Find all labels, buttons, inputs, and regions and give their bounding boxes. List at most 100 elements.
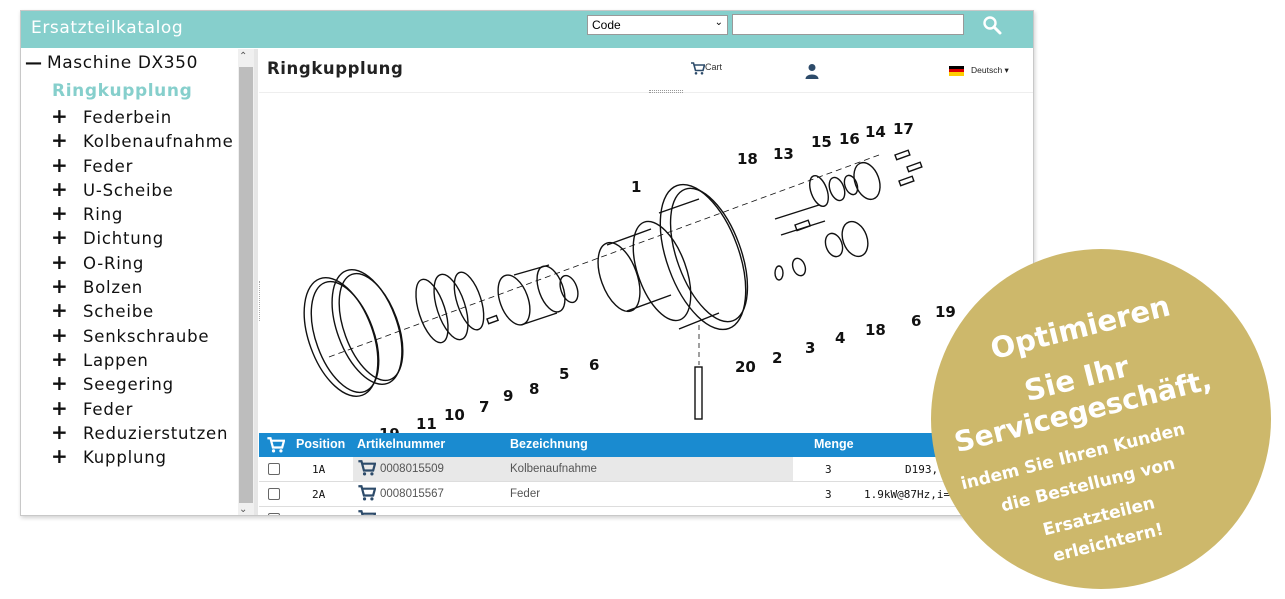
tree-item-label: Seegering [83, 375, 174, 395]
language-select[interactable]: Deutsch ▾ [949, 65, 1009, 76]
page-title: Ringkupplung [267, 59, 404, 78]
tree-item[interactable]: + Ring [51, 201, 234, 225]
tree-item-active[interactable]: Ringkupplung [52, 81, 192, 101]
tree-item[interactable]: + Dichtung [51, 225, 234, 249]
tree-item-label: Federbein [83, 108, 173, 127]
expand-icon[interactable]: + [51, 225, 83, 249]
column-bezeichnung[interactable]: Bezeichnung [510, 437, 588, 451]
expand-icon[interactable]: + [51, 420, 83, 444]
expand-icon[interactable]: + [51, 177, 83, 201]
exploded-drawing: 1 2 3 4 5 6 6 7 8 9 10 11 13 14 15 16 17… [259, 95, 1033, 443]
expand-icon[interactable]: + [51, 128, 83, 152]
flag-germany-icon [949, 65, 964, 76]
expand-icon[interactable]: + [51, 274, 83, 298]
expand-icon[interactable]: + [51, 153, 83, 177]
expand-icon[interactable]: + [51, 250, 83, 274]
spring-part [809, 175, 829, 207]
cart-label: Cart [705, 62, 723, 72]
tree-item[interactable]: + Lappen [51, 347, 234, 371]
tree-item[interactable]: + O-Ring [51, 250, 234, 274]
row-checkbox[interactable] [268, 463, 280, 475]
tree-item[interactable]: + Federbein [51, 104, 234, 128]
callout-label: 14 [865, 123, 886, 141]
cell-bezeichnung: Feder [510, 488, 541, 500]
cart-link[interactable]: Cart [691, 62, 722, 75]
expand-icon[interactable]: + [51, 323, 83, 347]
tree-item[interactable]: + U-Scheibe [51, 177, 234, 201]
callout-label: 7 [479, 398, 489, 416]
column-menge[interactable]: Menge [814, 437, 854, 451]
user-icon[interactable] [805, 63, 819, 79]
tree-item[interactable]: + Reduzierstutzen [51, 420, 234, 444]
flange-part [669, 187, 749, 323]
top-bar: Ersatzteilkatalog Code ⌄ [21, 11, 1033, 48]
header-resize-handle[interactable] [649, 90, 683, 93]
cell-position: 2A [312, 488, 326, 501]
table-header: Position Artikelnummer Bezeichnung Menge [259, 433, 1033, 457]
drawing-side-handle[interactable] [259, 281, 263, 321]
expand-icon[interactable]: + [51, 371, 83, 395]
tree-item[interactable]: + Bolzen [51, 274, 234, 298]
row-checkbox[interactable] [268, 488, 280, 500]
callout-label: 11 [416, 415, 437, 433]
search-input[interactable] [732, 14, 964, 35]
tree-item-label: Feder [83, 399, 134, 419]
callout-label: 2 [772, 349, 782, 367]
tree-item[interactable]: + Feder [51, 396, 234, 420]
app-title: Ersatzteilkatalog [31, 18, 184, 38]
expand-icon[interactable]: + [51, 201, 83, 225]
add-to-cart-icon[interactable] [358, 485, 376, 501]
scroll-up-icon[interactable]: ⌃ [239, 51, 247, 62]
expand-icon[interactable]: + [51, 444, 83, 468]
scroll-down-icon[interactable]: ⌄ [239, 504, 247, 515]
snap-ring-part [415, 278, 449, 344]
sleeve-part [597, 241, 641, 313]
expand-icon[interactable]: + [51, 298, 83, 322]
expand-icon[interactable]: + [51, 104, 83, 128]
table-row-partial[interactable] [259, 507, 1033, 516]
tree-item-label: Scheibe [83, 302, 154, 322]
sidebar-scroll-thumb[interactable] [239, 67, 253, 503]
tree-item[interactable]: + Feder [51, 153, 234, 177]
table-row[interactable]: 2A 0008015567 Feder 3 1.9kW@87Hz,i=5 [259, 482, 1033, 507]
tree-item-label: O-Ring [83, 253, 145, 273]
callout-label: 17 [893, 120, 914, 138]
expand-icon[interactable]: + [51, 396, 83, 420]
tree-item-label: Kolbenaufnahme [83, 132, 234, 152]
cell-position: 1A [312, 463, 326, 476]
tree-root[interactable]: — Maschine DX350 [25, 53, 198, 73]
tree-item[interactable]: + Seegering [51, 371, 234, 395]
add-to-cart-icon[interactable] [358, 510, 376, 516]
tree-item[interactable]: + Scheibe [51, 298, 234, 322]
add-to-cart-icon[interactable] [358, 460, 376, 476]
splitter[interactable] [254, 49, 258, 515]
collapse-icon[interactable]: — [25, 53, 47, 73]
row-checkbox[interactable] [268, 513, 280, 515]
parts-table: Position Artikelnummer Bezeichnung Menge… [259, 433, 1033, 516]
column-position[interactable]: Position [296, 437, 345, 451]
tree-item-label: Dichtung [83, 229, 165, 249]
tree-item[interactable]: + Kolbenaufnahme [51, 128, 234, 152]
search-icon[interactable] [981, 14, 1005, 38]
column-artikelnummer[interactable]: Artikelnummer [357, 437, 445, 451]
cell-artikelnummer: 0008015509 [380, 463, 444, 475]
cell-extra: 1.9kW@87Hz,i=5 [864, 488, 957, 501]
tree-list: + Federbein + Kolbenaufnahme + Feder + U-Sch… [51, 104, 234, 468]
callout-label: 18 [737, 150, 758, 168]
promo-badge: Optimieren Sie Ihr Servicegeschäft, inde… [931, 249, 1271, 589]
cart-icon [691, 62, 706, 75]
tree-item-label: U-Scheibe [83, 180, 174, 200]
callout-label: 10 [444, 406, 465, 424]
cell-bezeichnung: Kolbenaufnahme [510, 463, 597, 475]
cart-header-icon[interactable] [267, 437, 285, 453]
callout-label: 6 [911, 312, 921, 330]
callout-label: 1 [631, 178, 641, 196]
callout-label: 9 [503, 387, 513, 405]
tree-item[interactable]: + Kupplung [51, 444, 234, 468]
tree-item[interactable]: + Senkschraube [51, 323, 234, 347]
chevron-down-icon: ⌄ [714, 17, 723, 28]
parts-tree: — Maschine DX350 Ringkupplung + Federbein … [21, 49, 253, 515]
code-select[interactable]: Code ⌄ [587, 15, 728, 35]
table-row[interactable]: 1A 0008015509 Kolbenaufnahme 3 D193, 4 [259, 457, 1033, 482]
expand-icon[interactable]: + [51, 347, 83, 371]
